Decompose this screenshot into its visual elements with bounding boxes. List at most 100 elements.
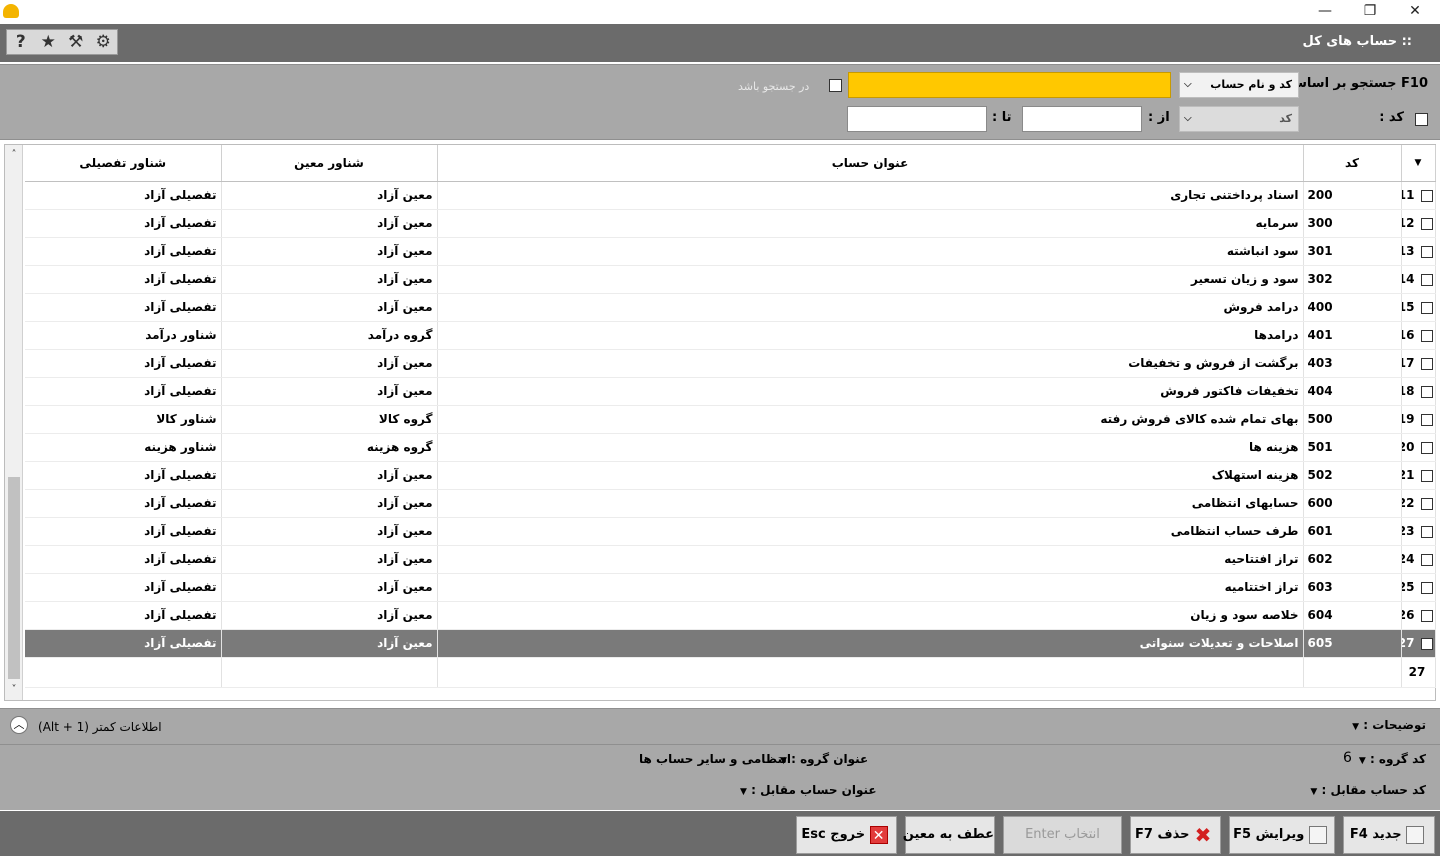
- edit-button[interactable]: ویرایش F5: [1229, 816, 1335, 854]
- code-cell[interactable]: 300: [1303, 209, 1402, 238]
- moin-cell[interactable]: معین آزاد: [221, 293, 438, 322]
- scroll-thumb[interactable]: [8, 477, 20, 679]
- delete-button[interactable]: ✖ حذف F7: [1130, 816, 1221, 854]
- row-checkbox[interactable]: [1420, 273, 1433, 286]
- row-checkbox[interactable]: [1420, 609, 1433, 622]
- close-button[interactable]: ✕: [1392, 0, 1438, 24]
- table-row[interactable]: 14302سود و زیان تسعیرمعین آزادتفصیلی آزا…: [25, 265, 1436, 294]
- code-cell[interactable]: 400: [1303, 293, 1402, 322]
- code-cell[interactable]: 502: [1303, 461, 1402, 490]
- tafsil-cell[interactable]: تفصیلی آزاد: [25, 377, 222, 406]
- tafsil-cell[interactable]: تفصیلی آزاد: [25, 237, 222, 266]
- code-cell[interactable]: 301: [1303, 237, 1402, 266]
- table-row[interactable]: 16401درامدهاگروه درآمدشناور درآمد: [25, 321, 1436, 350]
- column-header-tafsil[interactable]: شناور تفصیلی: [25, 145, 222, 182]
- code-cell[interactable]: 605: [1303, 629, 1402, 658]
- code-filter-checkbox[interactable]: [1415, 113, 1428, 126]
- code-cell[interactable]: 600: [1303, 489, 1402, 518]
- tafsil-cell[interactable]: تفصیلی آزاد: [25, 181, 222, 210]
- gear-icon[interactable]: ⚙: [90, 30, 118, 54]
- table-row[interactable]: 24602تراز افتتاحیهمعین آزادتفصیلی آزاد: [25, 545, 1436, 574]
- tafsil-cell[interactable]: تفصیلی آزاد: [25, 573, 222, 602]
- title-cell[interactable]: تراز اختتامیه: [437, 573, 1304, 602]
- moin-cell[interactable]: معین آزاد: [221, 237, 438, 266]
- table-row[interactable]: 17403برگشت از فروش و تخفیفاتمعین آزادتفص…: [25, 349, 1436, 378]
- tafsil-cell[interactable]: تفصیلی آزاد: [25, 489, 222, 518]
- table-row[interactable]: 19500بهای تمام شده کالای فروش رفتهگروه ک…: [25, 405, 1436, 434]
- moin-cell[interactable]: معین آزاد: [221, 629, 438, 658]
- column-selector-header[interactable]: ▼: [1401, 145, 1436, 182]
- title-cell[interactable]: اسناد پرداختنی تجاری: [437, 181, 1304, 210]
- chevron-down-icon[interactable]: ▼: [1359, 756, 1366, 766]
- title-cell[interactable]: درامدها: [437, 321, 1304, 350]
- row-checkbox[interactable]: [1420, 413, 1433, 426]
- tafsil-cell[interactable]: تفصیلی آزاد: [25, 461, 222, 490]
- code-cell[interactable]: 602: [1303, 545, 1402, 574]
- row-checkbox[interactable]: [1420, 525, 1433, 538]
- title-cell[interactable]: هزینه استهلاک: [437, 461, 1304, 490]
- row-checkbox[interactable]: [1420, 553, 1433, 566]
- tafsil-cell[interactable]: تفصیلی آزاد: [25, 265, 222, 294]
- title-cell[interactable]: تراز افتتاحیه: [437, 545, 1304, 574]
- table-row[interactable]: 13301سود انباشتهمعین آزادتفصیلی آزاد: [25, 237, 1436, 266]
- scroll-up-icon[interactable]: ˄: [5, 147, 23, 163]
- row-checkbox[interactable]: [1420, 441, 1433, 454]
- chevron-down-icon[interactable]: ▼: [740, 787, 747, 797]
- column-header-code[interactable]: کد: [1303, 145, 1402, 182]
- tafsil-cell[interactable]: تفصیلی آزاد: [25, 601, 222, 630]
- exit-button[interactable]: ✕ خروج Esc: [796, 816, 897, 854]
- tafsil-cell[interactable]: تفصیلی آزاد: [25, 293, 222, 322]
- code-cell[interactable]: 302: [1303, 265, 1402, 294]
- code-combo[interactable]: کد ⌵: [1179, 106, 1299, 132]
- moin-cell[interactable]: معین آزاد: [221, 181, 438, 210]
- code-cell[interactable]: 401: [1303, 321, 1402, 350]
- moin-cell[interactable]: معین آزاد: [221, 545, 438, 574]
- table-row[interactable]: 20501هزینه هاگروه هزینهشناور هزینه: [25, 433, 1436, 462]
- new-button[interactable]: جدید F4: [1343, 816, 1435, 854]
- row-checkbox[interactable]: [1420, 357, 1433, 370]
- table-row[interactable]: 27605اصلاحات و تعدیلات سنواتیمعین آزادتف…: [25, 629, 1436, 658]
- title-cell[interactable]: برگشت از فروش و تخفیفات: [437, 349, 1304, 378]
- row-checkbox[interactable]: [1420, 385, 1433, 398]
- table-row[interactable]: 15400درامد فروشمعین آزادتفصیلی آزاد: [25, 293, 1436, 322]
- row-checkbox[interactable]: [1420, 329, 1433, 342]
- table-row[interactable]: 22600حسابهای انتظامیمعین آزادتفصیلی آزاد: [25, 489, 1436, 518]
- tools-icon[interactable]: ⚒: [62, 30, 90, 54]
- table-row[interactable]: 11200اسناد پرداختنی تجاریمعین آزادتفصیلی…: [25, 181, 1436, 210]
- tafsil-cell[interactable]: تفصیلی آزاد: [25, 209, 222, 238]
- title-cell[interactable]: سود انباشته: [437, 237, 1304, 266]
- moin-cell[interactable]: معین آزاد: [221, 489, 438, 518]
- title-cell[interactable]: درامد فروش: [437, 293, 1304, 322]
- select-button[interactable]: انتخاب Enter: [1003, 816, 1122, 854]
- column-header-title[interactable]: عنوان حساب: [437, 145, 1304, 182]
- code-cell[interactable]: 500: [1303, 405, 1402, 434]
- table-row[interactable]: 12300سرمایهمعین آزادتفصیلی آزاد: [25, 209, 1436, 238]
- row-checkbox[interactable]: [1420, 189, 1433, 202]
- column-header-moin[interactable]: شناور معین: [221, 145, 438, 182]
- code-cell[interactable]: 601: [1303, 517, 1402, 546]
- tafsil-cell[interactable]: شناور درآمد: [25, 321, 222, 350]
- star-icon[interactable]: ★: [35, 30, 63, 54]
- table-row[interactable]: 23601طرف حساب انتظامیمعین آزادتفصیلی آزا…: [25, 517, 1436, 546]
- title-cell[interactable]: هزینه ها: [437, 433, 1304, 462]
- title-cell[interactable]: تخفیفات فاکتور فروش: [437, 377, 1304, 406]
- moin-cell[interactable]: معین آزاد: [221, 377, 438, 406]
- chevron-down-icon[interactable]: ▼: [1352, 722, 1359, 732]
- code-cell[interactable]: 404: [1303, 377, 1402, 406]
- collapse-info-button[interactable]: ︿: [10, 716, 28, 734]
- moin-cell[interactable]: گروه هزینه: [221, 433, 438, 462]
- vertical-scrollbar[interactable]: ˄ ˅: [5, 145, 23, 700]
- to-input[interactable]: [847, 106, 987, 132]
- tafsil-cell[interactable]: تفصیلی آزاد: [25, 517, 222, 546]
- table-row[interactable]: 26604خلاصه سود و زیانمعین آزادتفصیلی آزا…: [25, 601, 1436, 630]
- moin-cell[interactable]: گروه کالا: [221, 405, 438, 434]
- row-checkbox[interactable]: [1420, 301, 1433, 314]
- code-cell[interactable]: 403: [1303, 349, 1402, 378]
- search-option-checkbox[interactable]: [829, 79, 842, 92]
- help-icon[interactable]: ?: [7, 30, 35, 54]
- tafsil-cell[interactable]: شناور کالا: [25, 405, 222, 434]
- title-cell[interactable]: سود و زیان تسعیر: [437, 265, 1304, 294]
- moin-cell[interactable]: معین آزاد: [221, 573, 438, 602]
- row-checkbox[interactable]: [1420, 637, 1433, 650]
- moin-cell[interactable]: معین آزاد: [221, 349, 438, 378]
